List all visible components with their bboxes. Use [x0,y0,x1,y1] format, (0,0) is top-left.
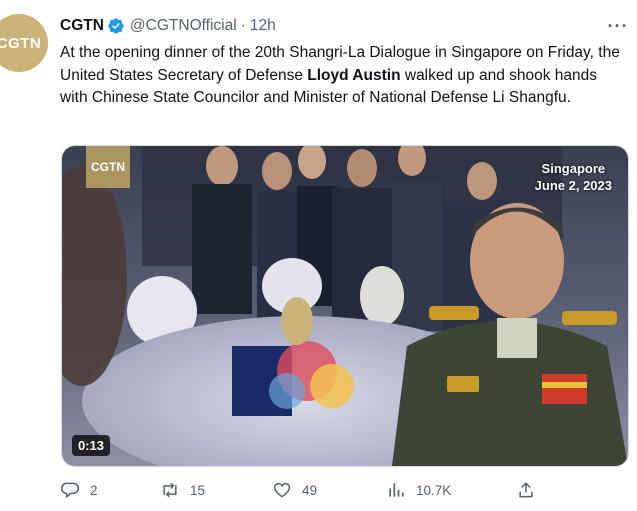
tweet-header: CGTN @CGTNOfficial · 12h [60,14,276,38]
like-button[interactable]: 49 [272,478,317,502]
avatar-logo-text: CGTN [0,34,42,52]
like-count: 49 [302,482,318,498]
video-date: June 2, 2023 [534,178,612,193]
retweet-button[interactable]: 15 [160,478,205,502]
mention-lloyd-austin: Lloyd Austin [307,66,401,84]
views-chart-icon [389,483,404,497]
reply-button[interactable]: 2 [60,478,98,502]
separator-dot: · [240,17,246,34]
share-icon [519,482,533,498]
views-button[interactable]: 10.7K [386,478,451,502]
verified-badge-icon [107,17,125,35]
reply-count: 2 [90,482,98,498]
more-options-icon[interactable]: ··· [606,14,630,38]
retweet-count: 15 [190,482,206,498]
heart-icon [273,482,291,498]
tweet-card[interactable]: CGTN CGTN @CGTNOfficial · 12h ··· At the… [0,0,637,511]
cgtn-watermark-logo: CGTN [86,146,130,188]
video-frame [62,146,628,466]
retweet-icon [163,482,177,498]
reply-icon [60,482,80,499]
video-player[interactable]: CGTN Singapore June 2, 2023 0:13 [61,145,629,467]
author-handle[interactable]: @CGTNOfficial [130,17,237,35]
video-duration: 0:13 [72,435,111,456]
tweet-text: At the opening dinner of the 20th Shangr… [60,42,620,110]
avatar[interactable]: CGTN [0,14,48,72]
video-location: Singapore [541,161,606,176]
author-name[interactable]: CGTN [60,17,104,35]
views-count: 10.7K [416,482,452,498]
action-bar: 2 15 49 10.7K [60,478,620,502]
timestamp[interactable]: 12h [250,17,276,35]
video-caption: Singapore June 2, 2023 [535,160,612,194]
share-button[interactable] [516,478,546,502]
